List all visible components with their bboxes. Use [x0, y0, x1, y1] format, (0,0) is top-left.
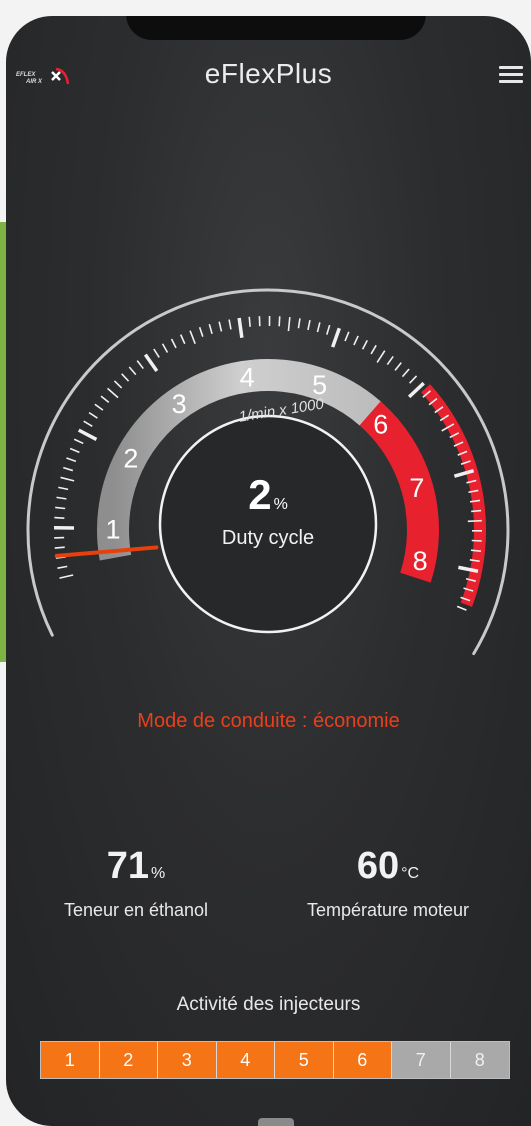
ethanol-content-stat: 71% Teneur en éthanol — [36, 844, 236, 921]
gauge-minor-tick — [401, 368, 410, 378]
temperature-value-line: 60 °C — [278, 844, 498, 896]
gauge-minor-tick — [94, 403, 104, 411]
gauge-minor-tick — [153, 348, 160, 358]
gauge-scale-label: 6 — [373, 410, 388, 440]
gauge-minor-tick — [353, 335, 359, 346]
gauge-minor-tick — [307, 319, 311, 331]
ethanol-unit: % — [151, 865, 166, 882]
phone-screen: EFLEX AIR X eFlexPlus 1/min x 1000 12345… — [6, 16, 531, 1126]
gauge-scale-label: 3 — [172, 389, 187, 419]
gauge-minor-tick — [69, 447, 80, 454]
gauge-major-tick — [331, 327, 341, 348]
gauge-minor-tick — [326, 324, 331, 335]
gauge-scale-label: 1 — [105, 514, 120, 544]
gauge-minor-tick — [394, 362, 402, 371]
injector-4: 4 — [216, 1042, 275, 1078]
gauge-minor-tick — [208, 323, 213, 335]
injector-3: 3 — [158, 1042, 217, 1078]
gauge-minor-tick — [467, 519, 482, 523]
driving-mode-text: Mode de conduite : économie — [137, 710, 400, 732]
ethanol-label: Teneur en éthanol — [63, 900, 209, 920]
gauge-value-label: Duty cycle — [222, 527, 314, 549]
injector-6: 6 — [333, 1042, 392, 1078]
gauge-scale-label: 8 — [413, 546, 428, 576]
gauge-minor-tick — [170, 338, 177, 349]
gauge-minor-tick — [179, 334, 186, 345]
gauge-minor-tick — [54, 546, 65, 549]
injectors-title: Activité des injecteurs — [176, 994, 361, 1015]
gauge-minor-tick — [58, 486, 69, 491]
gauge-value-number: 2 — [248, 471, 271, 518]
gauge-scale-label: 2 — [123, 444, 138, 474]
gauge-scale-label: 5 — [312, 370, 327, 400]
gauge-inner-dial — [158, 414, 378, 634]
gauge-minor-tick — [278, 316, 281, 327]
gauge-value-unit: % — [274, 496, 288, 513]
gauge-minor-tick — [128, 366, 137, 376]
gauge-minor-tick — [471, 509, 482, 513]
gauge-minor-tick — [228, 319, 232, 330]
gauge-minor-tick — [136, 360, 144, 370]
gauge-minor-tick — [471, 539, 482, 542]
gauge-scale-label: 4 — [240, 362, 255, 392]
ethanol-value: 71 — [106, 845, 150, 887]
gauge-minor-tick — [56, 496, 67, 500]
gauge-minor-tick — [63, 466, 74, 472]
gauge-minor-tick — [59, 574, 74, 579]
gauge-minor-tick — [161, 343, 169, 353]
gauge-minor-tick — [100, 395, 110, 404]
engine-temperature-stat: 60 °C Température moteur — [278, 844, 498, 921]
gauge-major-tick — [143, 353, 159, 373]
gauge-minor-tick — [376, 350, 386, 363]
gauge-minor-tick — [218, 321, 223, 332]
injector-1: 1 — [41, 1042, 100, 1078]
gauge-minor-tick — [316, 322, 321, 333]
gauge-minor-tick — [189, 330, 196, 345]
injector-2: 2 — [99, 1042, 158, 1078]
gauge-minor-tick — [470, 549, 482, 552]
gauge-minor-tick — [113, 380, 123, 389]
ethanol-value-line: 71% — [36, 844, 236, 896]
home-indicator[interactable] — [258, 1118, 294, 1126]
gauge-minor-tick — [456, 605, 467, 611]
gauge-minor-tick — [66, 457, 77, 463]
gauge-minor-tick — [55, 506, 66, 510]
gauge-minor-tick — [370, 344, 377, 355]
gauge-minor-tick — [287, 317, 291, 332]
gauge-scale-label: 7 — [409, 473, 424, 503]
gauge-minor-tick — [60, 476, 75, 482]
injector-5: 5 — [275, 1042, 334, 1078]
gauge-minor-tick — [361, 340, 368, 350]
gauge-major-tick — [77, 428, 98, 442]
gauge-minor-tick — [107, 387, 119, 399]
temperature-value: 60 — [356, 845, 400, 887]
gauge-minor-tick — [73, 438, 84, 445]
injector-7: 7 — [392, 1042, 451, 1078]
gauge-minor-tick — [386, 355, 394, 366]
gauge-minor-tick — [83, 420, 93, 428]
gauge-minor-tick — [54, 516, 65, 519]
gauge-major-tick — [237, 317, 244, 339]
injector-activity-row: 12345678 — [40, 1041, 510, 1079]
gauge-minor-tick — [248, 316, 251, 327]
gauge-minor-tick — [198, 326, 204, 337]
duty-cycle-gauge: 1/min x 1000 1234 5678 2% Duty cycle — [26, 288, 510, 656]
gauge-minor-tick — [297, 318, 301, 329]
gauge-major-tick — [407, 381, 425, 399]
gauge-minor-tick — [88, 411, 98, 419]
injector-8: 8 — [450, 1042, 509, 1078]
gauge-minor-tick — [409, 375, 418, 384]
gauge-minor-tick — [344, 331, 350, 342]
gauge-minor-tick — [121, 373, 130, 382]
gauge-minor-tick — [57, 565, 68, 569]
temperature-unit: °C — [401, 865, 420, 882]
temperature-label: Température moteur — [306, 900, 470, 920]
